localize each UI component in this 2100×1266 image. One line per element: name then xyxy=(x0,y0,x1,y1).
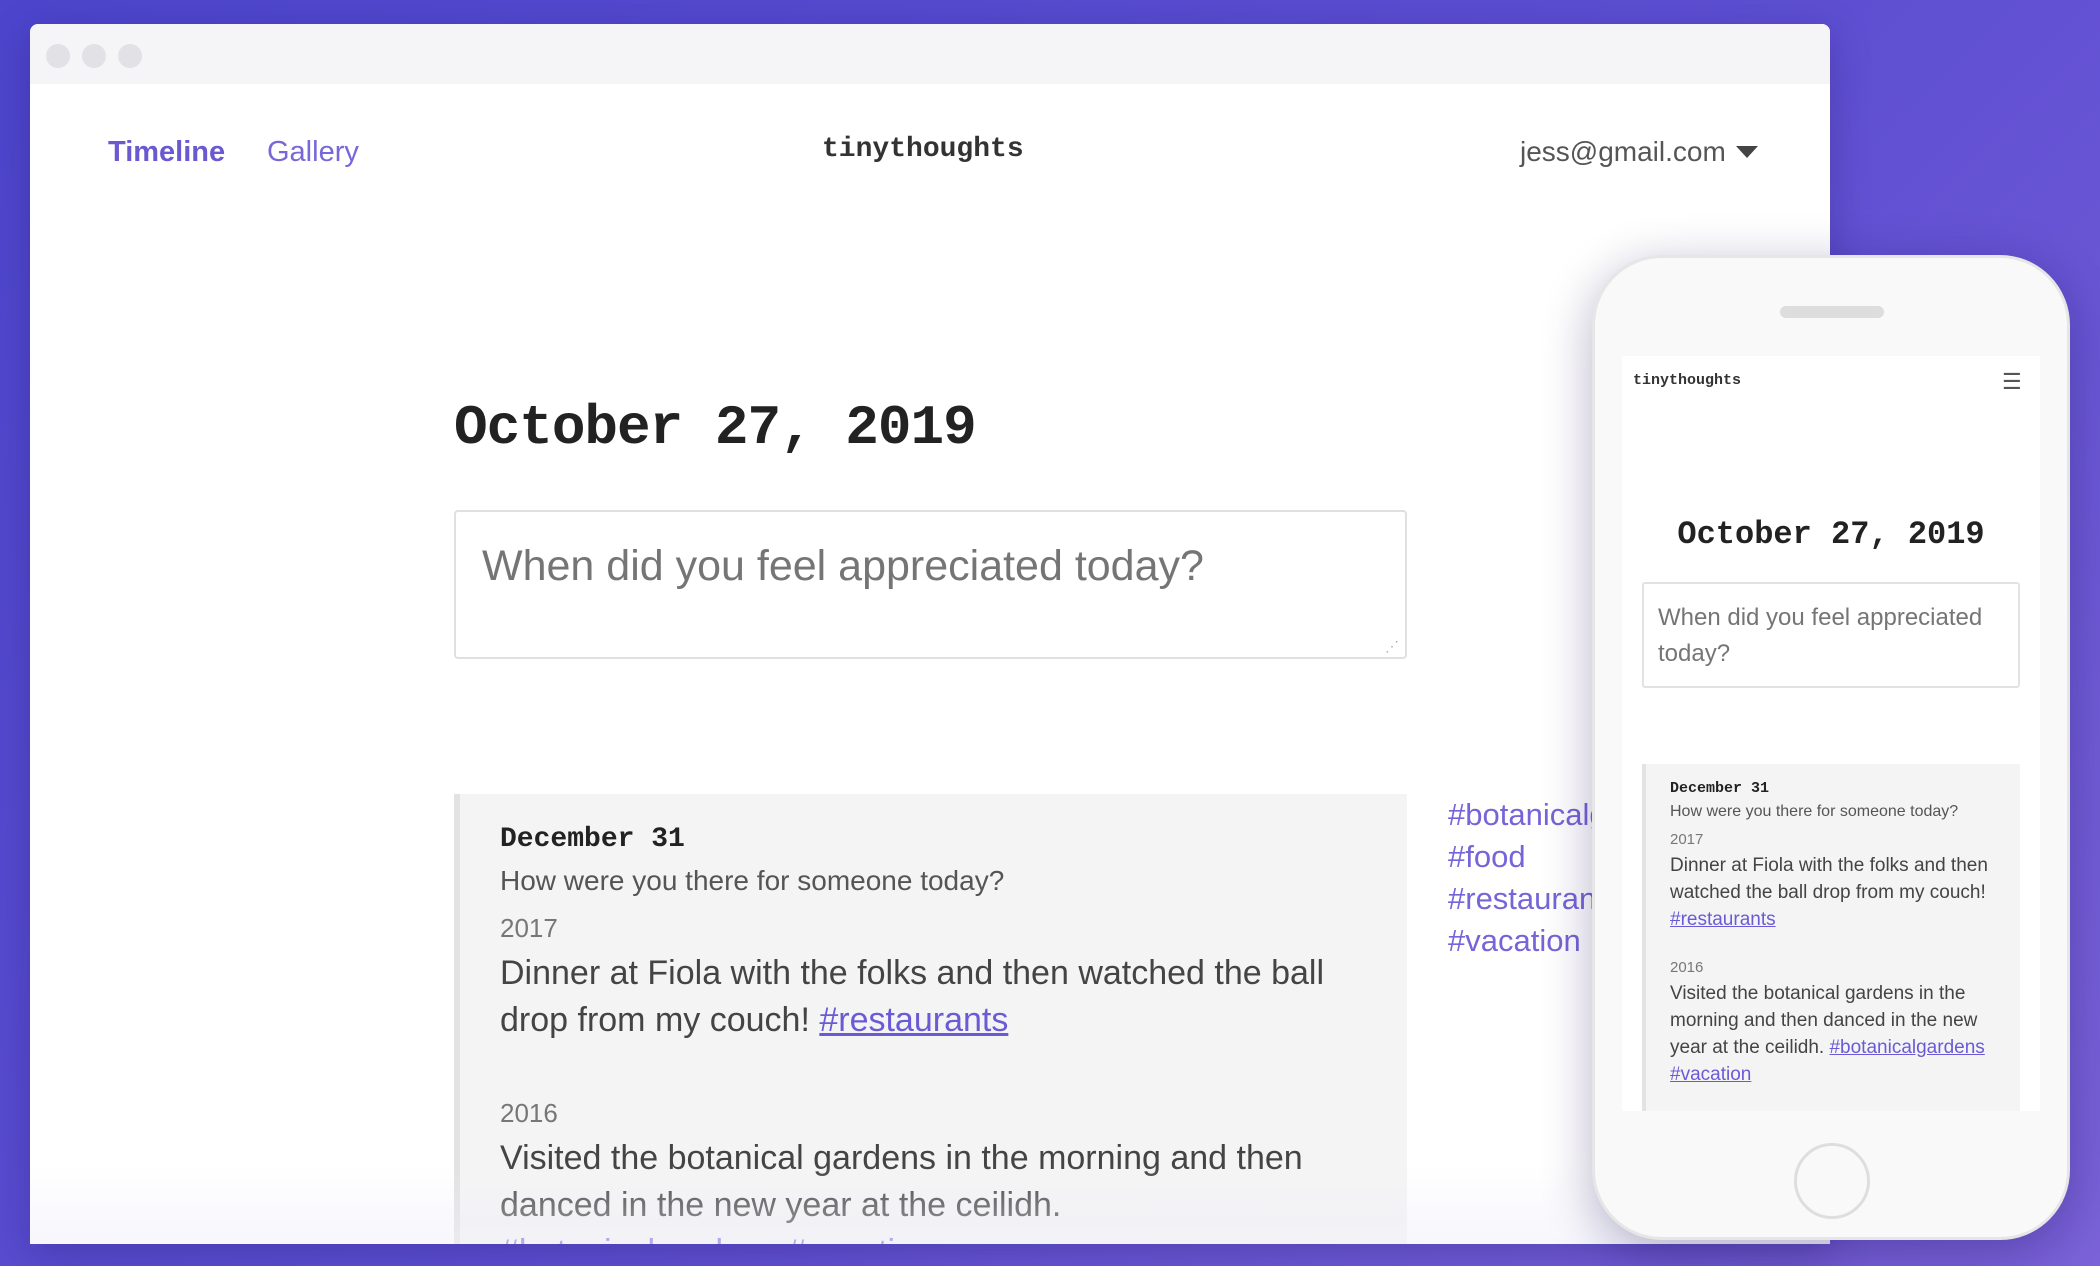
mobile-journal-entry-input[interactable] xyxy=(1642,582,2020,688)
mobile-memory-entry-body: Dinner at Fiola with the folks and then … xyxy=(1670,855,1988,903)
memory-question: How were you there for someone today? xyxy=(500,865,1005,896)
window-minimize-dot[interactable] xyxy=(82,44,106,68)
tag-filter-link[interactable]: #botanicalgardens xyxy=(1448,794,1608,836)
mobile-date-heading: October 27, 2019 xyxy=(1677,516,1985,553)
hashtag-link[interactable]: #botanicalgardens xyxy=(500,1233,778,1244)
mobile-memory-entry-text: Dinner at Fiola with the folks and then … xyxy=(1670,852,1996,933)
mobile-hashtag-link[interactable]: #restaurants xyxy=(1670,909,1776,930)
top-navigation: Timeline Gallery tinythoughts jess@gmail… xyxy=(30,84,1830,224)
desktop-browser-window: Timeline Gallery tinythoughts jess@gmail… xyxy=(30,24,1830,1244)
memory-entry-body: Visited the botanical gardens in the mor… xyxy=(500,1139,1303,1224)
memory-date: December 31 xyxy=(500,824,685,855)
memory-entry-text: Dinner at Fiola with the folks and then … xyxy=(500,950,1367,1044)
account-dropdown[interactable]: jess@gmail.com xyxy=(1520,136,1758,168)
window-maximize-dot[interactable] xyxy=(118,44,142,68)
nav-timeline-link[interactable]: Timeline xyxy=(108,136,225,169)
window-titlebar xyxy=(30,24,1830,84)
mobile-hashtag-link[interactable]: #vacation xyxy=(1670,1064,1751,1085)
memory-entry-tags: #botanicalgardens #vacation xyxy=(500,1229,1367,1244)
mobile-memory-question: How were you there for someone today? xyxy=(1670,803,1959,820)
resize-handle-icon[interactable]: ⋰ xyxy=(1385,638,1401,654)
hashtag-link[interactable]: #restaurants xyxy=(819,1001,1008,1039)
mobile-hashtag-link[interactable]: #botanicalgardens xyxy=(1829,1037,1984,1058)
tag-filter-link[interactable]: #food xyxy=(1448,836,1608,878)
window-close-dot[interactable] xyxy=(46,44,70,68)
memory-entry-text: Visited the botanical gardens in the mor… xyxy=(500,1135,1367,1229)
phone-speaker xyxy=(1780,306,1884,318)
tag-filter-link[interactable]: #restaurants xyxy=(1448,878,1608,920)
hashtag-link[interactable]: #vacation xyxy=(787,1233,933,1244)
phone-mockup: tinythoughts ☰ October 27, 2019 December… xyxy=(1592,255,2070,1240)
phone-screen: tinythoughts ☰ October 27, 2019 December… xyxy=(1622,356,2040,1111)
mobile-memory-date: December 31 xyxy=(1670,780,1770,797)
mobile-memory-entry-text: Visited the botanical gardens in the mor… xyxy=(1670,980,1996,1088)
journal-entry-input[interactable] xyxy=(454,510,1407,659)
account-email: jess@gmail.com xyxy=(1520,136,1726,167)
tag-sidebar: #botanicalgardens #food #restaurants #va… xyxy=(1448,794,1608,962)
memory-card: December 31 How were you there for someo… xyxy=(454,794,1407,1244)
mobile-brand-logo[interactable]: tinythoughts xyxy=(1633,372,1741,389)
caret-down-icon xyxy=(1735,146,1758,158)
hamburger-menu-icon[interactable]: ☰ xyxy=(2002,369,2022,395)
nav-gallery-link[interactable]: Gallery xyxy=(267,136,359,169)
brand-logo[interactable]: tinythoughts xyxy=(822,134,1024,165)
mobile-memory-year: 2016 xyxy=(1670,959,1704,976)
page-date-heading: October 27, 2019 xyxy=(454,396,977,460)
tag-filter-link[interactable]: #vacation xyxy=(1448,920,1608,962)
mobile-memory-card: December 31 How were you there for someo… xyxy=(1642,764,2020,1111)
phone-home-button[interactable] xyxy=(1794,1143,1870,1219)
memory-year: 2017 xyxy=(500,913,558,943)
mobile-memory-year: 2017 xyxy=(1670,831,1704,848)
memory-year: 2016 xyxy=(500,1098,558,1128)
